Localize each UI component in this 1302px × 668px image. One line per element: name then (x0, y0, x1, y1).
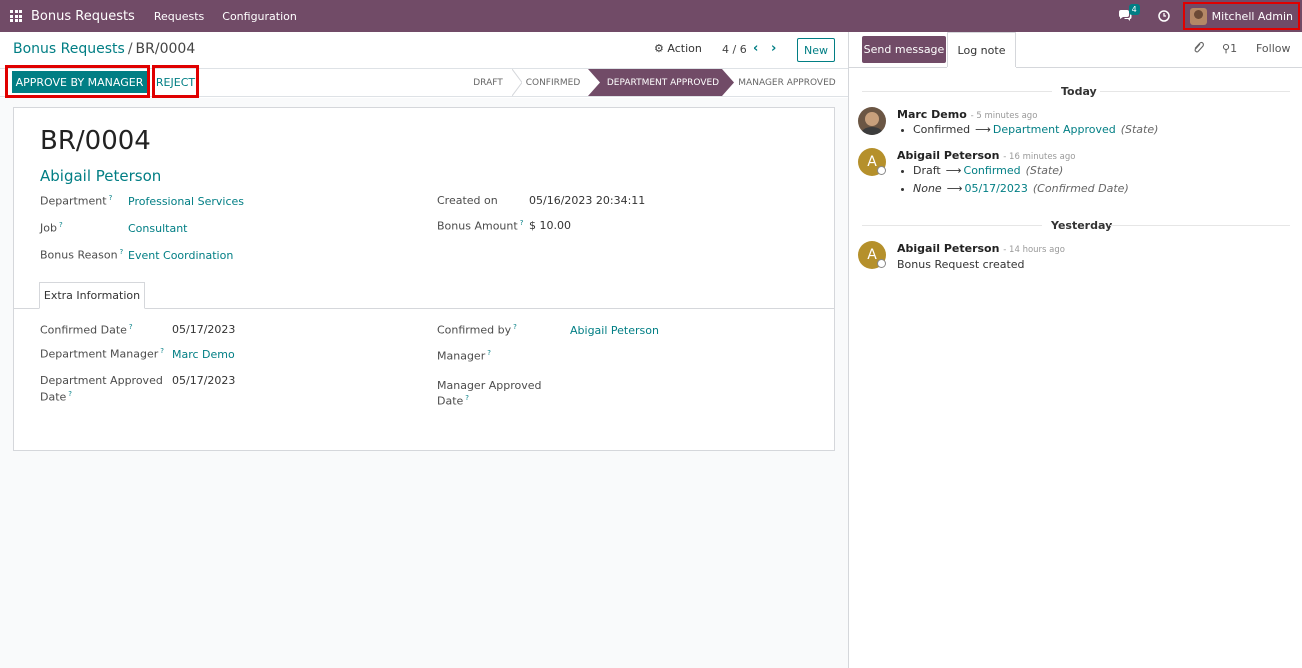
field-bonus-reason[interactable]: Event Coordination (128, 249, 233, 262)
new-button[interactable]: New (797, 38, 835, 62)
stage-manager-approved[interactable]: MANAGER APPROVED (736, 69, 838, 96)
field-department-approved-date[interactable]: 05/17/2023 (172, 374, 235, 387)
stage-department-approved[interactable]: DEPARTMENT APPROVED (600, 69, 726, 96)
messages-badge: 4 (1128, 4, 1140, 15)
label-bonus-reason: Bonus Reason? (40, 248, 124, 262)
breadcrumb: Bonus Requests / BR/0004 (13, 41, 195, 57)
tracking-change: None ⟶ 05/17/2023 (Confirmed Date) (901, 182, 1129, 195)
approve-by-manager-button[interactable]: APPROVE BY MANAGER (12, 71, 147, 93)
record-title: BR/0004 (40, 126, 151, 156)
day-separator-today: Today (1061, 85, 1097, 98)
day-separator-line (1110, 225, 1290, 226)
stage-draft[interactable]: DRAFT (460, 69, 516, 96)
message-author: Marc Demo - 5 minutes ago (897, 108, 1038, 121)
chatter-divider (1016, 67, 1302, 68)
field-department-manager[interactable]: Marc Demo (172, 348, 235, 361)
stage-confirmed[interactable]: CONFIRMED (518, 69, 588, 96)
presence-icon (877, 166, 886, 175)
action-label: Action (667, 42, 702, 55)
followers-button[interactable]: ⚲1 (1222, 42, 1237, 55)
pager-next-icon[interactable]: › (771, 41, 776, 56)
followers-count: 1 (1230, 42, 1238, 55)
follow-button[interactable]: Follow (1256, 42, 1291, 55)
day-separator-line (1100, 91, 1290, 92)
avatar[interactable] (858, 107, 886, 135)
label-bonus-amount: Bonus Amount? (437, 219, 524, 233)
paperclip-icon[interactable] (1192, 41, 1204, 54)
field-department[interactable]: Professional Services (128, 195, 244, 208)
clock-icon[interactable] (1157, 10, 1170, 22)
breadcrumb-current: BR/0004 (135, 41, 196, 57)
field-job[interactable]: Consultant (128, 222, 187, 235)
menu-configuration[interactable]: Configuration (222, 10, 297, 23)
tracking-change: Confirmed ⟶ Department Approved (State) (901, 123, 1158, 136)
label-job: Job? (40, 221, 63, 235)
label-manager-approved-date-line1: Manager Approved (437, 379, 542, 392)
tracking-change: Draft ⟶ Confirmed (State) (901, 164, 1063, 177)
day-separator-line (862, 91, 1052, 92)
tab-extra-information[interactable]: Extra Information (39, 282, 145, 309)
label-manager: Manager? (437, 349, 491, 363)
user-name: Mitchell Admin (1211, 9, 1293, 23)
user-menu[interactable]: Mitchell Admin (1182, 2, 1300, 30)
label-department-approved-date-line1: Department Approved (40, 374, 163, 387)
day-separator-yesterday: Yesterday (1051, 219, 1113, 232)
field-bonus-amount[interactable]: $ 10.00 (529, 219, 571, 232)
message-author: Abigail Peterson - 16 minutes ago (897, 149, 1076, 162)
label-department-manager: Department Manager? (40, 347, 164, 361)
message-author: Abigail Peterson - 14 hours ago (897, 242, 1065, 255)
pager-value[interactable]: 4 / 6 (722, 43, 747, 56)
breadcrumb-separator: / (127, 41, 133, 57)
person-icon: ⚲ (1222, 42, 1231, 55)
label-confirmed-date: Confirmed Date? (40, 323, 133, 337)
action-menu-button[interactable]: ⚙ Action (654, 42, 702, 55)
menu-requests[interactable]: Requests (154, 10, 204, 23)
employee-name[interactable]: Abigail Peterson (40, 167, 161, 185)
day-separator-line (862, 225, 1042, 226)
label-manager-approved-date-line2: Date? (437, 394, 470, 408)
apps-grid-icon[interactable] (10, 10, 22, 22)
field-confirmed-by[interactable]: Abigail Peterson (570, 324, 659, 337)
label-department-approved-date-line2: Date? (40, 390, 73, 404)
label-confirmed-by: Confirmed by? (437, 323, 517, 337)
breadcrumb-parent[interactable]: Bonus Requests (13, 41, 125, 57)
app-title[interactable]: Bonus Requests (31, 9, 135, 24)
gear-icon: ⚙ (654, 42, 664, 55)
label-department: Department? (40, 194, 113, 208)
message-body: Bonus Request created (897, 258, 1025, 271)
avatar (1189, 7, 1207, 25)
field-created-on: 05/16/2023 20:34:11 (529, 194, 646, 207)
chat-icon[interactable]: 4 (1118, 4, 1140, 22)
pager-previous-icon[interactable]: ‹ (753, 41, 758, 56)
log-note-button[interactable]: Log note (947, 32, 1016, 67)
reject-button[interactable]: REJECT (155, 71, 196, 93)
presence-icon (877, 259, 886, 268)
label-created-on: Created on (437, 194, 498, 207)
chatter-divider (849, 67, 947, 68)
form-sheet (13, 107, 835, 451)
field-confirmed-date[interactable]: 05/17/2023 (172, 323, 235, 336)
top-navbar: Bonus Requests Requests Configuration 4 … (0, 0, 1302, 32)
send-message-button[interactable]: Send message (862, 36, 946, 63)
